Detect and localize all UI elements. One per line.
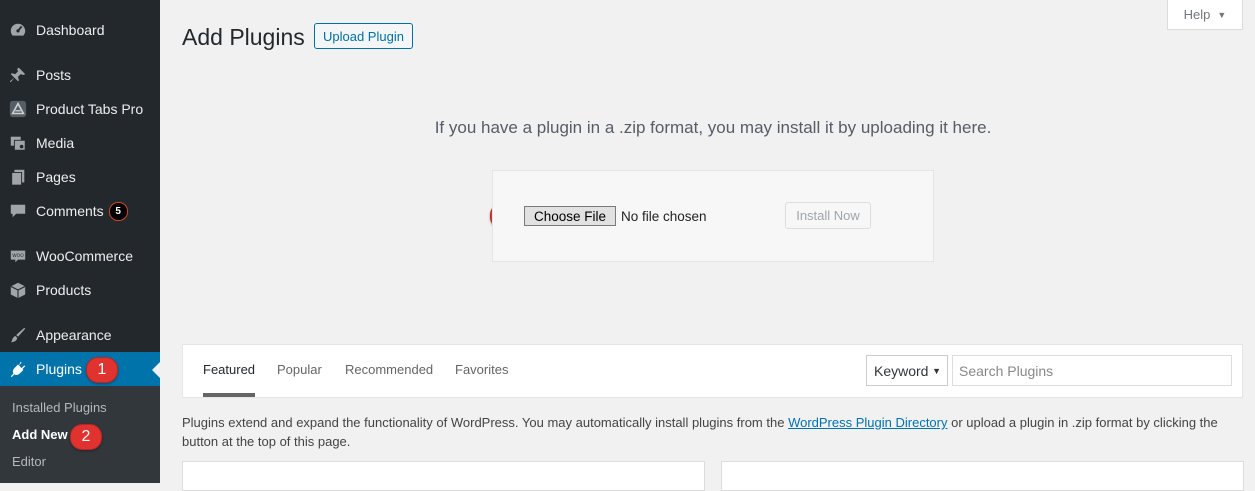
- submenu-item-add-new[interactable]: Add New: [12, 427, 68, 442]
- box-icon: [0, 281, 36, 299]
- plugins-description: Plugins extend and expand the functional…: [182, 413, 1244, 451]
- description-text-start: Plugins extend and expand the functional…: [182, 415, 789, 430]
- sidebar-item-label: WooCommerce: [36, 248, 133, 264]
- current-menu-arrow: [152, 362, 160, 378]
- submenu-item-installed-plugins[interactable]: Installed Plugins: [12, 400, 107, 415]
- sidebar-item-label: Appearance: [36, 327, 112, 343]
- search-type-select[interactable]: Keyword ▼: [866, 355, 948, 386]
- sidebar-item-label: Plugins: [36, 361, 82, 377]
- sidebar-item-woocommerce[interactable]: WOO WooCommerce: [0, 239, 160, 273]
- tab-recommended[interactable]: Recommended: [345, 362, 433, 377]
- sidebar-item-label: Dashboard: [36, 22, 105, 38]
- help-label: Help: [1183, 7, 1211, 22]
- sidebar-item-label: Posts: [36, 67, 72, 83]
- search-type-value: Keyword: [874, 362, 929, 379]
- sidebar-item-product-tabs-pro[interactable]: Product Tabs Pro: [0, 92, 160, 126]
- sidebar-item-label: Products: [36, 282, 92, 298]
- sidebar-item-label: Comments: [36, 203, 104, 219]
- help-tab[interactable]: Help ▼: [1167, 0, 1243, 30]
- sidebar-item-plugins[interactable]: Plugins: [0, 352, 160, 386]
- step-badge-2: 2: [70, 424, 102, 450]
- product-tabs-logo-icon: [0, 100, 36, 118]
- media-icon: [0, 134, 36, 152]
- upload-instruction: If you have a plugin in a .zip format, y…: [434, 118, 992, 137]
- install-now-button[interactable]: Install Now: [785, 202, 871, 229]
- woocommerce-icon: WOO: [0, 247, 36, 265]
- step-badge-1: 1: [86, 357, 118, 383]
- sidebar-item-dashboard[interactable]: Dashboard: [0, 13, 160, 47]
- chevron-down-icon: ▼: [1217, 9, 1227, 20]
- pages-icon: [0, 168, 36, 186]
- sidebar-item-appearance[interactable]: Appearance: [0, 318, 160, 352]
- tab-favorites[interactable]: Favorites: [455, 362, 508, 377]
- sidebar-item-label: Product Tabs Pro: [36, 101, 144, 117]
- sidebar-item-label: Media: [36, 135, 75, 151]
- pin-icon: [0, 66, 36, 84]
- sidebar-item-pages[interactable]: Pages: [0, 160, 160, 194]
- plugin-card: [721, 461, 1244, 491]
- comment-count-badge: 5: [108, 201, 128, 221]
- paintbrush-icon: [0, 326, 36, 344]
- svg-text:WOO: WOO: [12, 253, 24, 259]
- choose-file-button[interactable]: Choose File: [524, 206, 616, 226]
- sidebar-item-media[interactable]: Media: [0, 126, 160, 160]
- sidebar-item-label: Pages: [36, 169, 76, 185]
- active-tab-indicator: [203, 393, 255, 397]
- page-title: Add Plugins: [182, 24, 305, 50]
- chevron-down-icon: ▼: [932, 365, 941, 376]
- submenu-item-editor[interactable]: Editor: [12, 454, 46, 469]
- tab-featured[interactable]: Featured: [203, 362, 255, 377]
- file-status-text: No file chosen: [621, 209, 707, 224]
- sidebar-item-products[interactable]: Products: [0, 273, 160, 307]
- comment-icon: [0, 202, 36, 220]
- sidebar-item-comments[interactable]: Comments 5: [0, 194, 160, 228]
- search-plugins-input[interactable]: [952, 355, 1232, 386]
- dashboard-icon: [0, 21, 36, 39]
- sidebar-item-posts[interactable]: Posts: [0, 58, 160, 92]
- plug-icon: [0, 360, 36, 378]
- tab-popular[interactable]: Popular: [277, 362, 322, 377]
- plugin-directory-link[interactable]: WordPress Plugin Directory: [788, 415, 947, 430]
- admin-sidebar: Dashboard Posts Product Tabs Pro Media P…: [0, 0, 160, 483]
- upload-plugin-button[interactable]: Upload Plugin: [314, 23, 413, 49]
- plugin-card: [182, 461, 705, 491]
